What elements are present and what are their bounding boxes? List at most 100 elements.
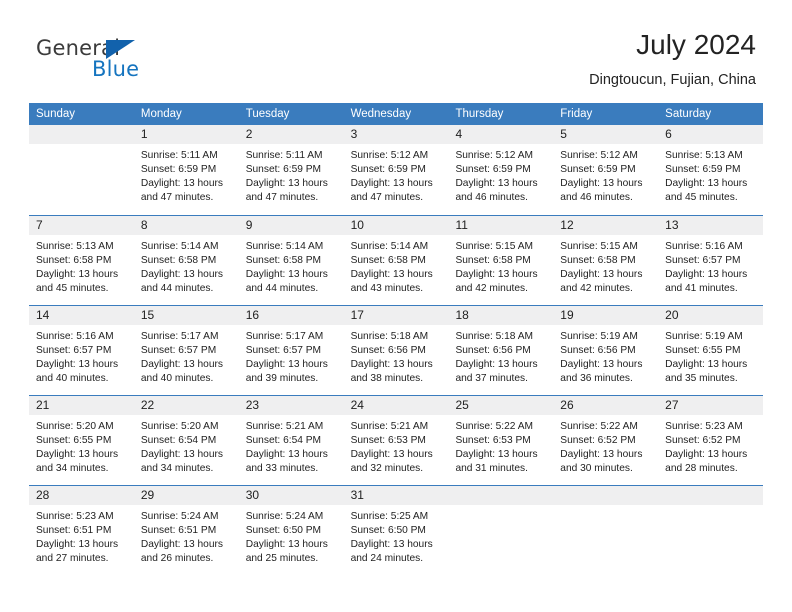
day-number: 19	[560, 308, 574, 322]
daylight-line: Daylight: 13 hours	[140, 178, 223, 190]
day-cell-12[interactable]: 12 Sunrise: 5:15 AM Sunset: 6:58 PM Dayligh…	[553, 216, 659, 305]
daylight-line: Daylight: 13 hours	[560, 359, 643, 371]
day-cell-7[interactable]: 7 Sunrise: 5:13 AM Sunset: 6:58 PM Daylight…	[29, 216, 134, 305]
day-details: Sunrise: 5:20 AM Sunset: 6:54 PM Daylight:…	[134, 415, 239, 476]
day-cell-24[interactable]: 24 Sunrise: 5:21 AM Sunset: 6:53 PM Dayligh…	[343, 396, 449, 485]
daylight-line-cont: and 35 minutes.	[665, 373, 738, 385]
daylight-line-cont: and 26 minutes.	[140, 553, 214, 565]
general-blue-logo[interactable]: General Blue	[36, 36, 216, 84]
day-number-band: 28	[29, 486, 134, 505]
sunrise-line: Sunrise: 5:18 AM	[455, 331, 534, 342]
daylight-line: Daylight: 13 hours	[665, 269, 748, 281]
daylight-line: Daylight: 13 hours	[140, 449, 223, 461]
sunset-line: Sunset: 6:59 PM	[350, 164, 426, 176]
daylight-line-cont: and 32 minutes.	[350, 463, 424, 475]
sunset-line: Sunset: 6:56 PM	[455, 345, 531, 357]
day-number-band: 3	[343, 125, 449, 144]
day-cell-9[interactable]: 9 Sunrise: 5:14 AM Sunset: 6:58 PM Daylight…	[238, 216, 344, 305]
day-cell-11[interactable]: 11 Sunrise: 5:15 AM Sunset: 6:58 PM Dayligh…	[448, 216, 554, 305]
sunrise-line: Sunrise: 5:12 AM	[560, 150, 638, 161]
daylight-line-cont: and 44 minutes.	[245, 283, 319, 295]
daylight-line-cont: and 46 minutes.	[455, 192, 528, 204]
day-cell-5[interactable]: 5 Sunrise: 5:12 AM Sunset: 6:59 PM Daylight…	[553, 125, 659, 215]
day-details: Sunrise: 5:12 AM Sunset: 6:59 PM Daylight:…	[553, 144, 658, 205]
day-number-band	[29, 125, 134, 144]
sunrise-line: Sunrise: 5:14 AM	[245, 241, 324, 252]
daylight-line-cont: and 41 minutes.	[665, 283, 738, 295]
daylight-line-cont: and 45 minutes.	[36, 283, 109, 295]
day-cell-30[interactable]: 30 Sunrise: 5:24 AM Sunset: 6:50 PM Dayligh…	[238, 486, 344, 575]
day-cell-20[interactable]: 20 Sunrise: 5:19 AM Sunset: 6:55 PM Dayligh…	[658, 306, 764, 395]
day-cell-26[interactable]: 26 Sunrise: 5:22 AM Sunset: 6:52 PM Dayligh…	[553, 396, 659, 485]
day-number: 13	[665, 218, 679, 232]
daylight-line: Daylight: 13 hours	[350, 539, 433, 551]
daylight-line: Daylight: 13 hours	[36, 539, 119, 551]
day-cell-31[interactable]: 31 Sunrise: 5:25 AM Sunset: 6:50 PM Dayligh…	[343, 486, 449, 575]
day-cell-17[interactable]: 17 Sunrise: 5:18 AM Sunset: 6:56 PM Dayligh…	[343, 306, 449, 395]
sunset-line: Sunset: 6:51 PM	[140, 525, 217, 537]
day-cell-27[interactable]: 27 Sunrise: 5:23 AM Sunset: 6:52 PM Dayligh…	[658, 396, 764, 485]
day-cell-22[interactable]: 22 Sunrise: 5:20 AM Sunset: 6:54 PM Dayligh…	[133, 396, 239, 485]
daylight-line-cont: and 47 minutes.	[245, 192, 319, 204]
day-details: Sunrise: 5:11 AM Sunset: 6:59 PM Daylight:…	[134, 144, 239, 205]
day-details: Sunrise: 5:15 AM Sunset: 6:58 PM Daylight:…	[553, 235, 658, 296]
day-cell-4[interactable]: 4 Sunrise: 5:12 AM Sunset: 6:59 PM Daylight…	[448, 125, 554, 215]
day-details: Sunrise: 5:25 AM Sunset: 6:50 PM Daylight:…	[344, 505, 449, 566]
day-cell-29[interactable]: 29 Sunrise: 5:24 AM Sunset: 6:51 PM Dayligh…	[133, 486, 239, 575]
day-cell-25[interactable]: 25 Sunrise: 5:22 AM Sunset: 6:53 PM Dayligh…	[448, 396, 554, 485]
day-details	[553, 505, 658, 510]
daylight-line-cont: and 34 minutes.	[36, 463, 109, 475]
day-number-band: 16	[238, 306, 344, 325]
day-cell-18[interactable]: 18 Sunrise: 5:18 AM Sunset: 6:56 PM Dayligh…	[448, 306, 554, 395]
day-cell-2[interactable]: 2 Sunrise: 5:11 AM Sunset: 6:59 PM Daylight…	[238, 125, 344, 215]
day-number-band: 10	[343, 216, 449, 235]
daylight-line: Daylight: 13 hours	[455, 178, 538, 190]
sunrise-line: Sunrise: 5:16 AM	[665, 241, 743, 252]
calendar-page: General Blue July 2024 Dingtoucun, Fujia…	[0, 0, 792, 612]
day-number: 26	[560, 398, 574, 412]
weekday-header-saturday: Saturday	[665, 108, 712, 120]
sunset-line: Sunset: 6:59 PM	[140, 164, 217, 176]
day-cell-14[interactable]: 14 Sunrise: 5:16 AM Sunset: 6:57 PM Dayligh…	[29, 306, 134, 395]
day-cell-16[interactable]: 16 Sunrise: 5:17 AM Sunset: 6:57 PM Dayligh…	[238, 306, 344, 395]
weekday-header-tuesday: Tuesday	[245, 108, 290, 120]
day-cell-15[interactable]: 15 Sunrise: 5:17 AM Sunset: 6:57 PM Dayligh…	[133, 306, 239, 395]
day-cell-10[interactable]: 10 Sunrise: 5:14 AM Sunset: 6:58 PM Dayligh…	[343, 216, 449, 305]
day-cell-19[interactable]: 19 Sunrise: 5:19 AM Sunset: 6:56 PM Dayligh…	[553, 306, 659, 395]
day-cell-13[interactable]: 13 Sunrise: 5:16 AM Sunset: 6:57 PM Dayligh…	[658, 216, 764, 305]
day-cell-3[interactable]: 3 Sunrise: 5:12 AM Sunset: 6:59 PM Daylight…	[343, 125, 449, 215]
day-number-band: 13	[658, 216, 764, 235]
day-details: Sunrise: 5:18 AM Sunset: 6:56 PM Daylight:…	[344, 325, 449, 386]
sunset-line: Sunset: 6:59 PM	[245, 164, 322, 176]
daylight-line: Daylight: 13 hours	[36, 359, 119, 371]
day-number-band: 30	[238, 486, 344, 505]
day-details: Sunrise: 5:24 AM Sunset: 6:51 PM Daylight:…	[134, 505, 239, 566]
day-number-band	[658, 486, 764, 505]
sunset-line: Sunset: 6:54 PM	[140, 435, 217, 447]
day-number: 20	[665, 308, 679, 322]
day-cell-8[interactable]: 8 Sunrise: 5:14 AM Sunset: 6:58 PM Daylight…	[133, 216, 239, 305]
day-cell-23[interactable]: 23 Sunrise: 5:21 AM Sunset: 6:54 PM Dayligh…	[238, 396, 344, 485]
sunrise-line: Sunrise: 5:11 AM	[140, 150, 218, 161]
daylight-line-cont: and 31 minutes.	[455, 463, 528, 475]
weekday-header-wednesday: Wednesday	[350, 108, 412, 120]
sunrise-line: Sunrise: 5:19 AM	[665, 331, 743, 342]
day-cell-21[interactable]: 21 Sunrise: 5:20 AM Sunset: 6:55 PM Dayligh…	[29, 396, 134, 485]
sunrise-line: Sunrise: 5:11 AM	[245, 150, 323, 161]
day-cell-6[interactable]: 6 Sunrise: 5:13 AM Sunset: 6:59 PM Daylight…	[658, 125, 764, 215]
day-number-band: 15	[133, 306, 239, 325]
day-cell-28[interactable]: 28 Sunrise: 5:23 AM Sunset: 6:51 PM Dayligh…	[29, 486, 134, 575]
day-details	[448, 505, 553, 510]
sunrise-line: Sunrise: 5:22 AM	[455, 421, 534, 432]
day-number: 14	[36, 308, 50, 322]
day-details: Sunrise: 5:14 AM Sunset: 6:58 PM Daylight:…	[344, 235, 449, 296]
day-number: 1	[140, 127, 148, 141]
sunset-line: Sunset: 6:58 PM	[36, 255, 112, 267]
day-cell-1[interactable]: 1 Sunrise: 5:11 AM Sunset: 6:59 PM Daylight…	[133, 125, 239, 215]
day-details	[658, 505, 763, 510]
day-number-band: 18	[448, 306, 554, 325]
sunrise-line: Sunrise: 5:14 AM	[350, 241, 429, 252]
sunset-line: Sunset: 6:55 PM	[36, 435, 112, 447]
title-block: July 2024 Dingtoucun, Fujian, China	[589, 28, 756, 89]
day-number-band: 19	[553, 306, 659, 325]
